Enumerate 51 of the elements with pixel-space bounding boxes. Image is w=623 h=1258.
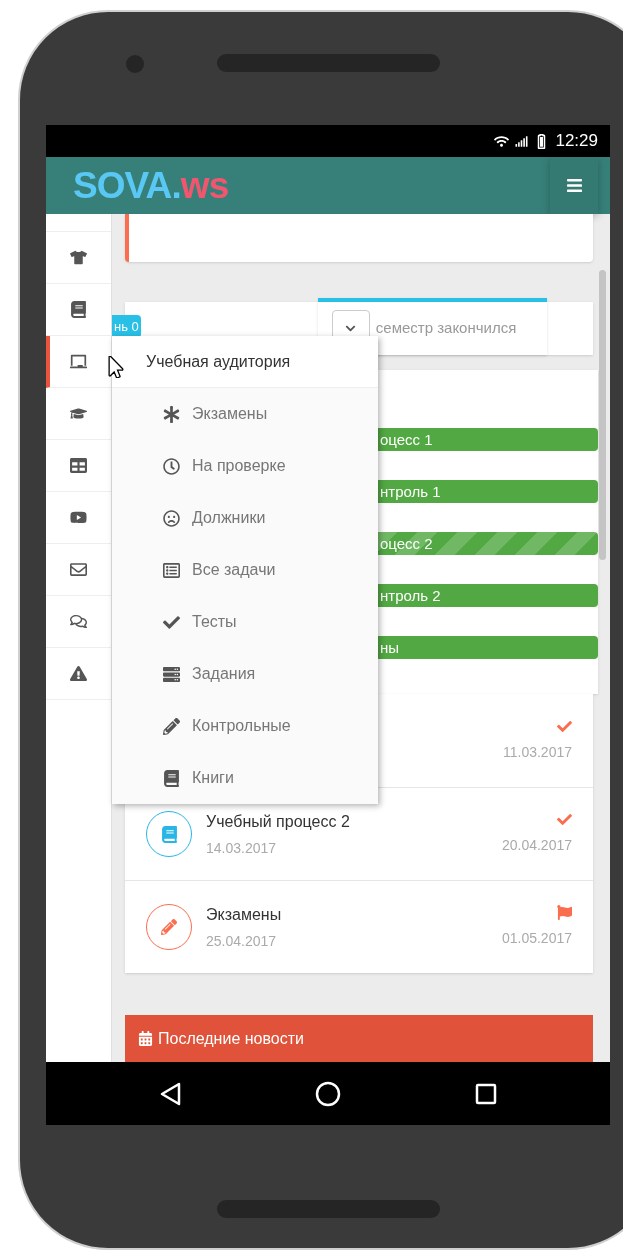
task-start-date: 14.03.2017	[206, 838, 278, 858]
progress-bar: нтроль 1	[378, 479, 598, 503]
home-icon[interactable]	[315, 1080, 341, 1107]
news-title: Последние новости	[158, 1028, 304, 1049]
menu-item[interactable]: Книги	[112, 752, 378, 804]
book-icon	[163, 769, 180, 787]
logo: SOVA.ws	[73, 167, 229, 204]
frown-face-icon	[163, 509, 180, 527]
menu-item[interactable]: Задания	[112, 648, 378, 700]
warning-icon	[70, 665, 87, 682]
semester-status: семестр закончился	[375, 318, 517, 339]
envelope-icon	[70, 561, 87, 578]
list-icon	[163, 561, 180, 579]
progress-bar: оцесс 1	[378, 427, 598, 451]
video-play-icon	[70, 509, 87, 526]
menu-item[interactable]: Тесты	[112, 596, 378, 648]
menu-item[interactable]: Экзамены	[112, 388, 378, 440]
wifi-icon	[494, 133, 510, 149]
graduation-cap-icon	[70, 405, 87, 422]
task-end-date: 20.04.2017	[501, 836, 572, 856]
signal-icon	[515, 134, 529, 148]
menu-title[interactable]: Учебная аудитория	[112, 336, 378, 388]
check-icon	[163, 613, 180, 631]
menu-item[interactable]: На проверке	[112, 440, 378, 492]
menu-item[interactable]: Контрольные	[112, 700, 378, 752]
back-icon[interactable]	[159, 1081, 181, 1106]
recent-apps-icon[interactable]	[475, 1082, 497, 1105]
calendar-icon	[138, 1031, 153, 1047]
pencil-icon	[163, 717, 180, 735]
clock-time: 12:29	[555, 130, 598, 153]
progress-bar: оцесс 2	[378, 531, 598, 555]
asterisk-icon	[163, 405, 180, 423]
clock-icon	[163, 457, 180, 475]
progress-bar: ны	[378, 635, 598, 659]
menu-button[interactable]	[550, 157, 598, 214]
menu-icon	[565, 177, 583, 194]
task-title: Экзамены	[206, 904, 283, 925]
chat-icon	[70, 613, 87, 630]
progress-bar: нтроль 2	[378, 583, 598, 607]
stacked-bars-icon	[163, 665, 180, 683]
menu-item[interactable]: Все задачи	[112, 544, 378, 596]
task-end-date: 11.03.2017	[502, 742, 572, 762]
shirt-icon	[70, 249, 87, 266]
sidebar-item[interactable]	[46, 336, 111, 388]
level-badge: нь 0	[112, 314, 141, 338]
book-icon	[70, 301, 87, 318]
task-title: Учебный процесс 2	[206, 811, 351, 832]
menu-item[interactable]: Должники	[112, 492, 378, 544]
task-end-date: 01.05.2017	[501, 929, 572, 949]
table-icon	[70, 457, 87, 474]
task-start-date: 25.04.2017	[206, 931, 278, 951]
